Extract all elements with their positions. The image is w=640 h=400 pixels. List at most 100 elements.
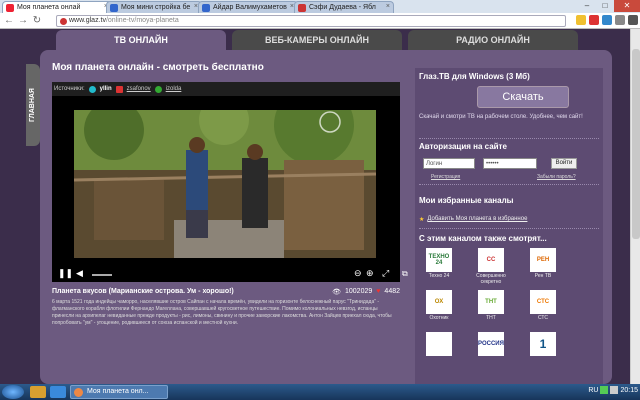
channel-logo: ТЕХНО 24	[426, 248, 452, 272]
network-icon[interactable]	[600, 386, 609, 394]
related-channel-rentv[interactable]: РЕН Рен ТВ	[523, 248, 563, 279]
tray-lang[interactable]: RU	[588, 387, 598, 394]
browser-tab-title: Айдар Валимухаметов	[213, 4, 287, 11]
zoom-out-icon[interactable]: ⊖	[354, 268, 362, 279]
source-link-yllin[interactable]: yllin	[100, 86, 112, 92]
browser-tab-title: Моя планета онлай	[17, 4, 81, 11]
browser-tab-2[interactable]: Айдар Валимухаметов ×	[198, 1, 298, 13]
taskbar-browser-task[interactable]: Моя планета онл...	[70, 385, 168, 399]
pause-icon[interactable]: ❚❚	[58, 268, 73, 279]
scrollbar-thumb[interactable]	[632, 49, 640, 239]
home-side-tab[interactable]: ГЛАВНАЯ	[26, 64, 40, 146]
extension-icon[interactable]	[602, 15, 612, 25]
adblock-icon[interactable]	[589, 15, 599, 25]
tab-favicon-icon	[298, 4, 306, 12]
related-channel-okhotnik[interactable]: ОХ Охотник	[419, 290, 459, 321]
close-window-icon[interactable]: ✕	[614, 0, 640, 12]
menu-wrench-icon[interactable]	[615, 15, 625, 25]
page-scrollbar[interactable]	[630, 29, 640, 384]
register-link[interactable]: Регистрация	[431, 174, 460, 180]
channel-logo: РОССИЯ	[478, 332, 504, 356]
minimize-icon[interactable]: –	[578, 0, 596, 12]
related-section: С этим каналом также смотрят...	[419, 234, 599, 243]
login-button[interactable]: Войти	[551, 158, 577, 169]
volume-slider[interactable]	[92, 274, 112, 276]
related-channel-sovsekretno[interactable]: СС Совершенно секретно	[471, 248, 511, 285]
auth-heading: Авторизация на сайте	[419, 142, 507, 151]
related-channel-7[interactable]	[419, 332, 459, 357]
channel-name: ТНТ	[486, 315, 496, 321]
login-input[interactable]: Логин	[423, 158, 475, 169]
fullscreen-icon[interactable]: ⤢	[382, 268, 389, 279]
settings-icon[interactable]	[628, 15, 638, 25]
video-info: Планета вкусов (Марианские острова. Ум -…	[52, 288, 400, 327]
media-icon[interactable]	[50, 386, 66, 398]
reload-icon[interactable]: ↻	[31, 15, 43, 27]
divider	[419, 228, 599, 229]
download-button[interactable]: Скачать	[477, 86, 569, 108]
related-channel-sts[interactable]: СТС СТС	[523, 290, 563, 321]
tab-tv-online[interactable]: ТВ ОНЛАЙН	[56, 30, 226, 50]
start-button[interactable]	[2, 385, 24, 399]
volume-tray-icon[interactable]	[610, 386, 619, 394]
forgot-password-link[interactable]: Забыли пароль?	[537, 174, 576, 180]
divider	[419, 138, 599, 139]
video-player[interactable]: ❚❚ ◀ ⊖ ⊕ ⤢	[52, 96, 400, 282]
url-domain: www.glaz.tv	[69, 17, 106, 24]
sources-bar: Источники: yllin zsafonov izolda	[52, 82, 400, 96]
tab-webcams-online[interactable]: ВЕБ-КАМЕРЫ ОНЛАЙН	[232, 30, 402, 50]
back-arrow-icon[interactable]: ←	[3, 15, 15, 27]
volume-icon[interactable]: ◀	[76, 268, 83, 279]
channel-logo: СТС	[530, 290, 556, 314]
video-scene-image	[74, 110, 376, 258]
sources-label: Источники:	[54, 86, 85, 92]
popout-icon[interactable]: ⧉	[402, 269, 408, 279]
channel-logo: СС	[478, 248, 504, 272]
auth-section: Авторизация на сайте Логин •••••• Войти …	[419, 142, 599, 180]
tab-radio-online[interactable]: РАДИО ОНЛАЙН	[408, 30, 578, 50]
window-controls: – □ ✕	[578, 0, 640, 12]
address-bar: ← → ↻ www.glaz.tv/online-tv/moya-planeta	[0, 13, 640, 29]
channel-logo: 1	[530, 332, 556, 356]
browser-tab-3[interactable]: Сэфи Дудаева - Ябл ×	[294, 1, 394, 13]
site-favicon-icon	[60, 18, 67, 25]
channel-logo: ОХ	[426, 290, 452, 314]
channel-logo: РЕН	[530, 248, 556, 272]
tray-clock[interactable]: 20:15	[620, 387, 638, 394]
bookmark-star-icon[interactable]	[576, 15, 586, 25]
related-channel-techno24[interactable]: ТЕХНО 24 Техно 24	[419, 248, 459, 279]
extension-icons	[576, 15, 638, 25]
browser-tab-title: Моя мини стройка бе	[121, 4, 191, 11]
url-input[interactable]: www.glaz.tv/online-tv/moya-planeta	[56, 15, 566, 27]
task-title: Моя планета онл...	[87, 388, 149, 395]
download-section: Глаз.ТВ для Windows (3 Мб) Скачать Скача…	[419, 72, 599, 120]
heart-icon[interactable]: ♥	[376, 288, 380, 296]
source-link-zsafonov[interactable]: zsafonov	[127, 86, 151, 92]
browser-tab-strip: Моя планета онлай × Моя мини стройка бе …	[0, 0, 640, 13]
video-stats: 👁 1002029 ♥ 4482	[332, 288, 400, 296]
related-channel-tnt[interactable]: ТНТ ТНТ	[471, 290, 511, 321]
zoom-in-icon[interactable]: ⊕	[366, 268, 374, 279]
maximize-icon[interactable]: □	[596, 0, 614, 12]
tab-favicon-icon	[6, 4, 14, 12]
site-nav-tabs: ТВ ОНЛАЙН ВЕБ-КАМЕРЫ ОНЛАЙН РАДИО ОНЛАЙН	[56, 30, 612, 50]
star-icon: ★	[419, 217, 425, 223]
tab-favicon-icon	[110, 4, 118, 12]
explorer-icon[interactable]	[30, 386, 46, 398]
related-channel-rossiya[interactable]: РОССИЯ	[471, 332, 511, 357]
download-heading: Глаз.ТВ для Windows (3 Мб)	[419, 72, 530, 81]
channel-name: Техно 24	[428, 273, 450, 279]
browser-tab-1[interactable]: Моя мини стройка бе ×	[106, 1, 202, 13]
password-input[interactable]: ••••••	[483, 158, 537, 169]
divider	[419, 184, 599, 185]
source-icon	[115, 85, 123, 93]
tab-close-icon[interactable]: ×	[386, 3, 390, 10]
source-link-izolda[interactable]: izolda	[166, 86, 182, 92]
browser-tab-0[interactable]: Моя планета онлай ×	[2, 1, 112, 13]
player-column: Моя планета онлайн - смотреть бесплатно …	[52, 62, 408, 382]
related-channel-perviy[interactable]: 1	[523, 332, 563, 357]
channel-logo	[426, 332, 452, 356]
forward-arrow-icon[interactable]: →	[17, 15, 29, 27]
add-favorite-link[interactable]: Добавить Моя планета в избранное	[427, 216, 527, 223]
main-panel: Моя планета онлайн - смотреть бесплатно …	[40, 50, 612, 384]
